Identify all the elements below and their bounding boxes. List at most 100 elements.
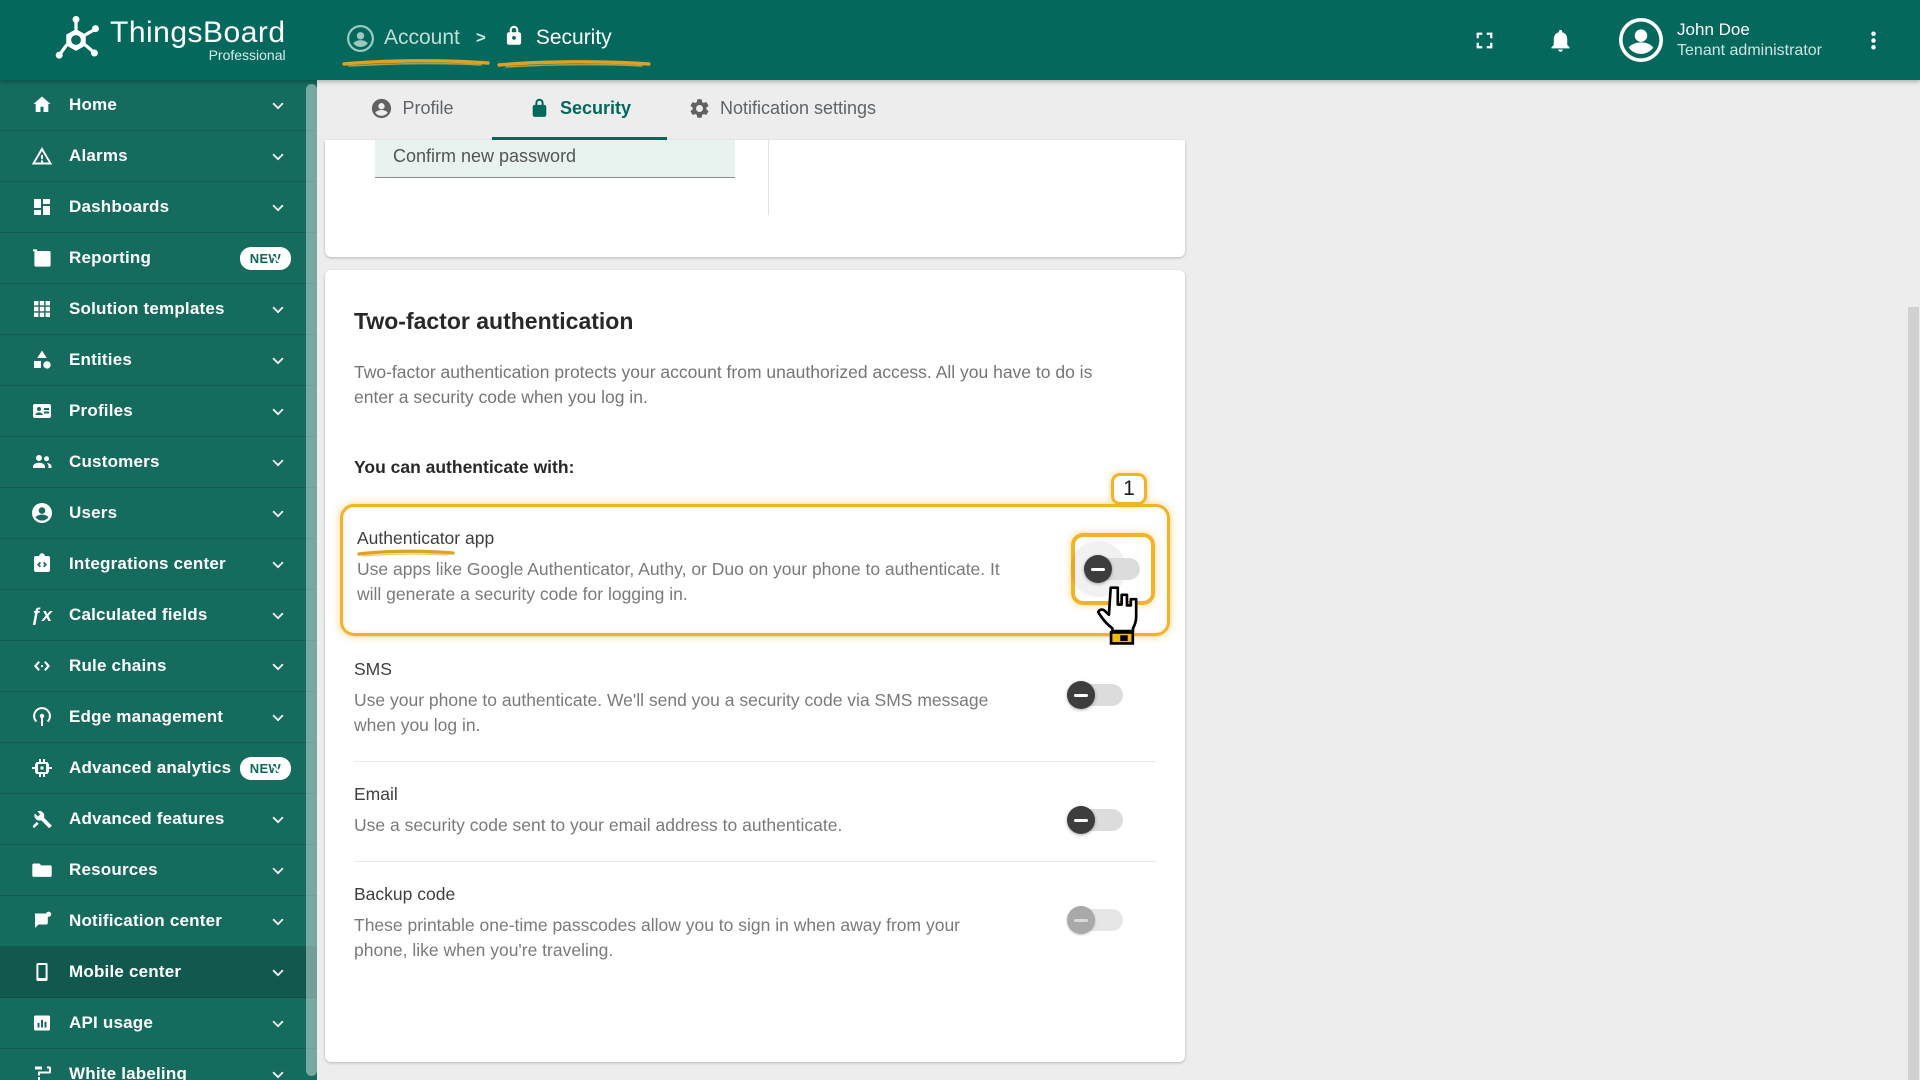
toggle-minus-icon [1074,693,1088,697]
sidebar-item-dashboards[interactable]: Dashboards [0,182,317,233]
chevron-down-icon [272,153,284,161]
sidebar-item-advanced-analytics[interactable]: Advanced analytics NEW [0,743,317,794]
content-scrollbar[interactable] [1908,307,1919,1080]
sidebar-item-api-usage[interactable]: API usage [0,998,317,1049]
sidebar-item-alarms[interactable]: Alarms [0,131,317,182]
api-icon [30,1011,54,1035]
chevron-down-icon [272,255,284,263]
authenticator-app-toggle[interactable] [1070,541,1142,597]
brand: ThingsBoard Professional [0,14,317,66]
notifications-button[interactable] [1539,19,1581,61]
analytics-icon [30,756,54,780]
toggle-thumb [1067,681,1095,709]
users-icon [30,501,54,525]
sidebar-item-mobile-center[interactable]: Mobile center [0,947,317,998]
sms-toggle[interactable] [1067,680,1125,710]
backup-code-toggle[interactable] [1067,905,1125,935]
breadcrumb-account[interactable]: Account [341,19,490,67]
sidebar-item-advanced-features[interactable]: Advanced features [0,794,317,845]
twofa-provider-sms: SMS Use your phone to authenticate. We'l… [354,637,1156,761]
breadcrumb-security[interactable]: Security [496,18,651,68]
twofa-provider-authenticator-app: Authenticator app Use apps like Google A… [357,527,1155,607]
breadcrumb-account-label: Account [384,26,460,49]
user-name: John Doe [1677,20,1750,40]
home-icon [30,93,54,117]
sidebar-item-profiles[interactable]: Profiles [0,386,317,437]
chevron-down-icon [272,765,284,773]
sidebar-item-solution-templates[interactable]: Solution templates [0,284,317,335]
tab-notification-settings[interactable]: Notification settings [667,80,897,137]
integrations-icon [30,552,54,576]
card-divider [768,140,769,215]
tools-icon [30,807,54,831]
sidebar-item-calculated-fields[interactable]: ƒx Calculated fields [0,590,317,641]
chevron-down-icon [272,459,284,467]
sidebar-item-integrations-center[interactable]: Integrations center [0,539,317,590]
user-avatar[interactable] [1619,18,1664,62]
email-toggle[interactable] [1067,805,1125,835]
sidebar: Home Alarms Dashboards Reporting NEW Sol… [0,80,317,1080]
chevron-down-icon [272,510,284,518]
edge-icon [30,705,54,729]
annotation-underline [342,58,490,67]
provider-description: Use apps like Google Authenticator, Auth… [357,559,1000,604]
toggle-minus-icon [1091,567,1105,571]
fullscreen-button[interactable] [1463,19,1505,61]
folder-icon [30,858,54,882]
breadcrumb: Account > Security [341,18,651,68]
provider-description: Use a security code sent to your email a… [354,815,843,835]
chevron-down-icon [272,918,284,926]
grid-icon [30,297,54,321]
twofa-provider-email: Email Use a security code sent to your e… [354,762,1156,861]
annotation-underline [497,59,651,68]
chevron-down-icon [272,867,284,875]
annotation-underline [357,549,455,557]
confirm-new-password-field[interactable]: Confirm new password [375,140,735,178]
notifications-bell-icon [1551,29,1570,52]
gear-icon [688,97,720,120]
sidebar-item-reporting[interactable]: Reporting NEW [0,233,317,284]
highlight-box: 1 Authenticator app Use apps like Google… [340,473,1170,645]
chevron-down-icon [272,816,284,824]
customers-icon [30,450,54,474]
dashboards-icon [30,195,54,219]
chevron-down-icon [272,408,284,416]
toggle-thumb [1067,806,1095,834]
brand-name: ThingsBoard [110,16,286,49]
two-factor-subheading: You can authenticate with: [354,457,575,477]
chevron-down-icon [272,561,284,569]
sidebar-item-users[interactable]: Users [0,488,317,539]
tab-profile[interactable]: Profile [332,80,492,137]
lock-icon [502,24,536,53]
thingsboard-logo-icon [55,15,99,59]
sidebar-item-notification-center[interactable]: Notification center [0,896,317,947]
sidebar-item-edge-management[interactable]: Edge management [0,692,317,743]
main-content: Profile Security Notification settings C… [317,80,1920,1080]
kebab-menu-icon [1870,31,1876,49]
fullscreen-icon [1476,32,1492,48]
user-meta: John Doe Tenant administrator [1677,19,1822,60]
sidebar-item-resources[interactable]: Resources [0,845,317,896]
reporting-icon [30,246,54,270]
chevron-down-icon [272,102,284,110]
provider-name: SMS [354,659,392,679]
sidebar-scrollbar[interactable] [306,84,317,1076]
chevron-down-icon [272,204,284,212]
sidebar-item-white-labeling[interactable]: White labeling [0,1049,317,1080]
sidebar-item-home[interactable]: Home [0,80,317,131]
alarms-icon [30,144,54,168]
sidebar-item-customers[interactable]: Customers [0,437,317,488]
sidebar-item-entities[interactable]: Entities [0,335,317,386]
chevron-down-icon [272,357,284,365]
notification-icon [30,909,54,933]
avatar-person-icon [1622,21,1660,59]
confirm-new-password-label: Confirm new password [393,146,577,166]
provider-name: Authenticator app [357,527,494,557]
sidebar-item-rule-chains[interactable]: Rule chains [0,641,317,692]
entities-icon [30,348,54,372]
more-menu-button[interactable] [1852,19,1894,61]
two-factor-card: Two-factor authentication Two-factor aut… [325,270,1185,1062]
user-role: Tenant administrator [1677,41,1822,59]
two-factor-title: Two-factor authentication [354,308,634,334]
tab-security[interactable]: Security [492,80,667,137]
